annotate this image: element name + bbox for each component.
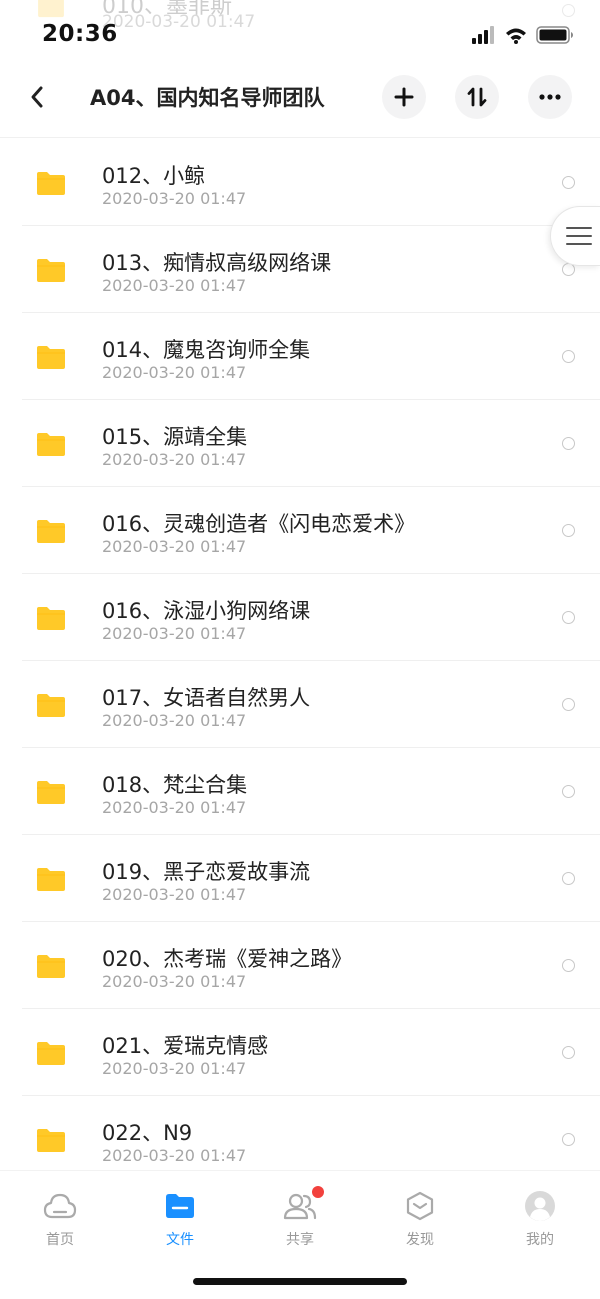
file-name: 020、杰考瑞《爱神之路》 <box>102 947 353 971</box>
tab-home[interactable]: 首页 <box>0 1185 120 1249</box>
file-list: 012、小鲸 2020-03-20 01:47 013、痴情叔高级网络课 202… <box>0 139 600 1183</box>
avatar-icon <box>523 1189 557 1223</box>
wifi-icon <box>506 28 526 44</box>
folder-icon <box>37 781 65 804</box>
select-radio[interactable] <box>562 611 575 624</box>
select-radio[interactable] <box>562 437 575 450</box>
plus-icon <box>394 87 414 107</box>
status-icons <box>472 24 574 46</box>
cellular-signal-icon <box>472 26 494 44</box>
tab-label: 我的 <box>526 1232 554 1248</box>
tab-share[interactable]: 共享 <box>240 1185 360 1249</box>
folder-list-item[interactable]: 017、女语者自然男人 2020-03-20 01:47 <box>0 661 600 748</box>
status-time: 20:36 <box>42 21 118 47</box>
folder-icon <box>163 1189 197 1223</box>
tab-discover[interactable]: 发现 <box>360 1185 480 1249</box>
folder-icon <box>37 520 65 543</box>
select-radio[interactable] <box>562 176 575 189</box>
notification-badge <box>312 1186 324 1198</box>
file-name: 021、爱瑞克情感 <box>102 1034 269 1058</box>
file-date: 2020-03-20 01:47 <box>102 972 247 991</box>
file-name: 012、小鲸 <box>102 164 206 188</box>
select-radio[interactable] <box>562 1046 575 1059</box>
file-date: 2020-03-20 01:47 <box>102 798 247 817</box>
file-date: 2020-03-20 01:47 <box>102 885 247 904</box>
file-name: 016、灵魂创造者《闪电恋爱术》 <box>102 512 416 536</box>
folder-list-item[interactable]: 021、爱瑞克情感 2020-03-20 01:47 <box>0 1009 600 1096</box>
folder-list-item[interactable]: 016、灵魂创造者《闪电恋爱术》 2020-03-20 01:47 <box>0 487 600 574</box>
tab-me[interactable]: 我的 <box>480 1185 600 1249</box>
folder-icon <box>37 955 65 978</box>
folder-icon <box>37 1042 65 1065</box>
back-button[interactable] <box>22 82 52 112</box>
battery-icon <box>536 26 573 44</box>
file-date: 2020-03-20 01:47 <box>102 537 247 556</box>
sort-button[interactable] <box>455 75 499 119</box>
file-date: 2020-03-20 01:47 <box>102 1059 247 1078</box>
folder-list-item[interactable]: 012、小鲸 2020-03-20 01:47 <box>0 139 600 226</box>
file-name: 015、源靖全集 <box>102 425 248 449</box>
file-date: 2020-03-20 01:47 <box>102 450 247 469</box>
select-radio[interactable] <box>562 350 575 363</box>
file-date: 2020-03-20 01:47 <box>102 711 247 730</box>
add-button[interactable] <box>382 75 426 119</box>
select-radio[interactable] <box>562 959 575 972</box>
file-date: 2020-03-20 01:47 <box>102 276 247 295</box>
select-radio[interactable] <box>562 785 575 798</box>
folder-list-item[interactable]: 016、泳湿小狗网络课 2020-03-20 01:47 <box>0 574 600 661</box>
status-bar: 20:36 <box>0 0 600 64</box>
folder-list-item[interactable]: 019、黑子恋爱故事流 2020-03-20 01:47 <box>0 835 600 922</box>
file-name: 018、梵尘合集 <box>102 773 248 797</box>
folder-icon <box>37 1129 65 1152</box>
chevron-left-icon <box>31 86 43 108</box>
more-dots-icon <box>539 94 561 100</box>
folder-icon <box>37 259 65 282</box>
file-name: 016、泳湿小狗网络课 <box>102 599 311 623</box>
file-date: 2020-03-20 01:47 <box>102 624 247 643</box>
folder-list-item[interactable]: 014、魔鬼咨询师全集 2020-03-20 01:47 <box>0 313 600 400</box>
folder-list-item[interactable]: 013、痴情叔高级网络课 2020-03-20 01:47 <box>0 226 600 313</box>
cloud-icon <box>43 1189 77 1223</box>
menu-lines-icon <box>565 227 592 245</box>
tab-label: 发现 <box>406 1232 434 1248</box>
file-date: 2020-03-20 01:47 <box>102 1146 247 1165</box>
tab-label: 共享 <box>286 1232 314 1248</box>
folder-list-item[interactable]: 015、源靖全集 2020-03-20 01:47 <box>0 400 600 487</box>
folder-icon <box>37 694 65 717</box>
folder-list-item[interactable]: 020、杰考瑞《爱神之路》 2020-03-20 01:47 <box>0 922 600 1009</box>
select-radio[interactable] <box>562 524 575 537</box>
select-radio[interactable] <box>562 872 575 885</box>
more-button[interactable] <box>528 75 572 119</box>
tab-label: 文件 <box>166 1232 194 1248</box>
navigation-bar: A04、国内知名导师团队 <box>0 64 600 138</box>
folder-list-item[interactable]: 018、梵尘合集 2020-03-20 01:47 <box>0 748 600 835</box>
page-title: A04、国内知名导师团队 <box>90 86 325 110</box>
tab-label: 首页 <box>46 1232 74 1248</box>
tab-files[interactable]: 文件 <box>120 1185 240 1249</box>
file-date: 2020-03-20 01:47 <box>102 363 247 382</box>
discover-icon <box>403 1189 437 1223</box>
folder-icon <box>37 433 65 456</box>
folder-icon <box>37 607 65 630</box>
select-radio[interactable] <box>562 698 575 711</box>
file-name: 014、魔鬼咨询师全集 <box>102 338 311 362</box>
sort-arrows-icon <box>467 87 487 107</box>
folder-icon <box>37 868 65 891</box>
folder-icon <box>37 172 65 195</box>
home-indicator <box>193 1278 407 1285</box>
file-name: 022、N9 <box>102 1121 193 1145</box>
file-name: 013、痴情叔高级网络课 <box>102 251 332 275</box>
file-name: 019、黑子恋爱故事流 <box>102 860 311 884</box>
folder-icon <box>37 346 65 369</box>
file-date: 2020-03-20 01:47 <box>102 189 247 208</box>
file-name: 017、女语者自然男人 <box>102 686 311 710</box>
select-radio[interactable] <box>562 1133 575 1146</box>
